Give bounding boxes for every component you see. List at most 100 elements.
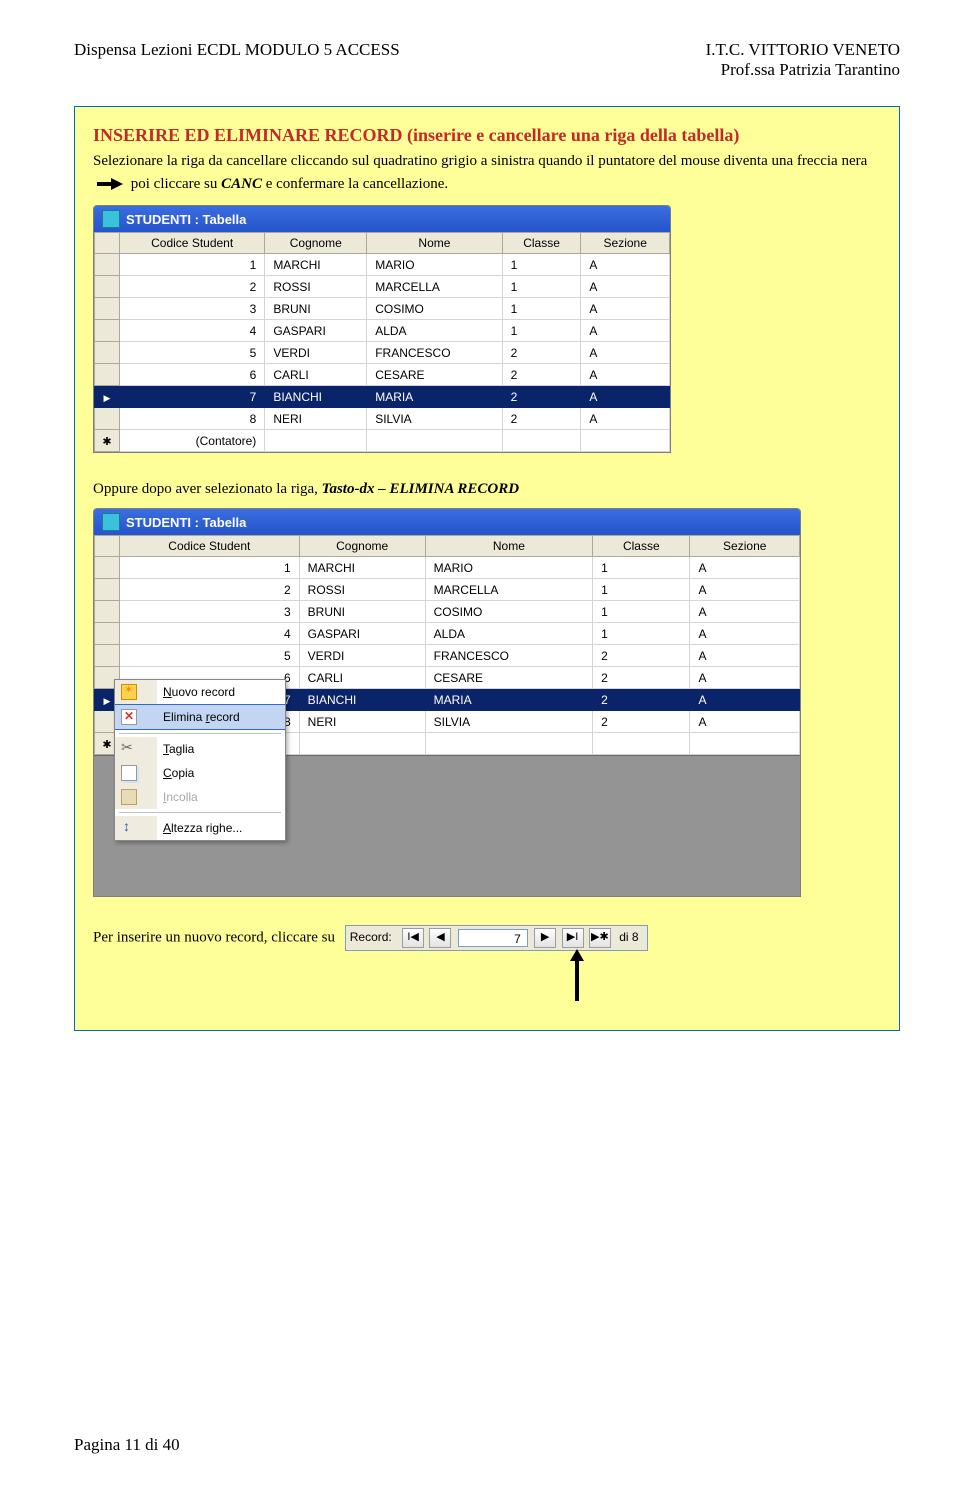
new-row-selector[interactable] xyxy=(95,430,120,452)
cell[interactable]: ROSSI xyxy=(265,276,367,298)
cell[interactable]: MARIA xyxy=(425,689,592,711)
cell[interactable]: 3 xyxy=(120,298,265,320)
menu-item-delete-record[interactable]: Elimina record xyxy=(115,705,285,730)
col-header[interactable]: Cognome xyxy=(299,536,425,557)
cell[interactable]: A xyxy=(690,667,800,689)
table-row[interactable]: 8NERISILVIA2A xyxy=(95,408,670,430)
cell[interactable]: A xyxy=(690,711,800,733)
cell[interactable]: 1 xyxy=(593,623,690,645)
cell[interactable]: GASPARI xyxy=(299,623,425,645)
col-header[interactable]: Codice Student xyxy=(120,233,265,254)
cell[interactable]: 4 xyxy=(120,320,265,342)
cell[interactable]: A xyxy=(690,601,800,623)
cell[interactable]: VERDI xyxy=(265,342,367,364)
cell[interactable]: NERI xyxy=(265,408,367,430)
cell[interactable]: 1 xyxy=(502,298,581,320)
cell[interactable]: A xyxy=(581,320,670,342)
cell[interactable]: A xyxy=(581,408,670,430)
menu-item-copy[interactable]: Copia xyxy=(115,761,285,785)
cell[interactable]: ROSSI xyxy=(299,579,425,601)
cell[interactable]: 8 xyxy=(120,408,265,430)
cell[interactable]: CARLI xyxy=(265,364,367,386)
table-row[interactable]: 4GASPARIALDA1A xyxy=(95,623,800,645)
cell[interactable]: A xyxy=(690,557,800,579)
cell[interactable]: 2 xyxy=(593,645,690,667)
row-selector[interactable] xyxy=(95,364,120,386)
cell[interactable]: MARCELLA xyxy=(425,579,592,601)
col-header[interactable]: Classe xyxy=(593,536,690,557)
row-selector[interactable] xyxy=(95,342,120,364)
cell[interactable]: A xyxy=(690,689,800,711)
cell[interactable]: 6 xyxy=(120,364,265,386)
row-selector[interactable] xyxy=(95,276,120,298)
table-row[interactable]: 1MARCHIMARIO1A xyxy=(95,557,800,579)
table-row[interactable]: 3BRUNICOSIMO1A xyxy=(95,601,800,623)
row-selector[interactable] xyxy=(95,298,120,320)
col-header[interactable]: Codice Student xyxy=(120,536,300,557)
cell[interactable]: MARCHI xyxy=(299,557,425,579)
menu-item-row-height[interactable]: Altezza righe... xyxy=(115,816,285,840)
cell[interactable]: FRANCESCO xyxy=(425,645,592,667)
cell[interactable]: MARIA xyxy=(367,386,502,408)
row-selector[interactable] xyxy=(95,557,120,579)
row-selector[interactable] xyxy=(95,623,120,645)
col-header[interactable]: Sezione xyxy=(581,233,670,254)
cell[interactable]: A xyxy=(581,364,670,386)
cell[interactable]: MARIO xyxy=(425,557,592,579)
table-row[interactable]: 3BRUNICOSIMO1A xyxy=(95,298,670,320)
table-row[interactable]: 7BIANCHIMARIA2A xyxy=(95,386,670,408)
table-row[interactable]: 4GASPARIALDA1A xyxy=(95,320,670,342)
nav-current-input[interactable]: 7 xyxy=(458,929,528,947)
cell[interactable]: A xyxy=(581,276,670,298)
cell[interactable]: MARCELLA xyxy=(367,276,502,298)
row-selector[interactable] xyxy=(95,601,120,623)
cell[interactable]: 1 xyxy=(502,320,581,342)
col-header[interactable]: Classe xyxy=(502,233,581,254)
table-row[interactable]: 5VERDIFRANCESCO2A xyxy=(95,342,670,364)
nav-prev-button[interactable]: ◀ xyxy=(429,928,451,948)
nav-next-button[interactable]: ▶ xyxy=(534,928,556,948)
cell[interactable]: BIANCHI xyxy=(265,386,367,408)
cell[interactable]: CESARE xyxy=(425,667,592,689)
cell[interactable]: 1 xyxy=(593,579,690,601)
cell[interactable]: MARCHI xyxy=(265,254,367,276)
table-row[interactable]: 2ROSSIMARCELLA1A xyxy=(95,579,800,601)
cell[interactable]: A xyxy=(581,386,670,408)
col-header[interactable]: Nome xyxy=(425,536,592,557)
cell[interactable]: BRUNI xyxy=(299,601,425,623)
cell[interactable]: CARLI xyxy=(299,667,425,689)
cell[interactable]: 1 xyxy=(593,601,690,623)
cell[interactable]: 1 xyxy=(502,276,581,298)
cell[interactable]: 5 xyxy=(120,342,265,364)
cell[interactable]: CESARE xyxy=(367,364,502,386)
corner-cell[interactable] xyxy=(95,233,120,254)
cell[interactable]: ALDA xyxy=(425,623,592,645)
table-row[interactable]: 6CARLICESARE2A xyxy=(95,364,670,386)
cell[interactable]: 5 xyxy=(120,645,300,667)
cell[interactable]: 2 xyxy=(593,689,690,711)
col-header[interactable]: Cognome xyxy=(265,233,367,254)
cell[interactable]: A xyxy=(581,254,670,276)
row-selector[interactable] xyxy=(95,579,120,601)
cell[interactable]: A xyxy=(690,579,800,601)
cell[interactable]: VERDI xyxy=(299,645,425,667)
cell[interactable]: ALDA xyxy=(367,320,502,342)
nav-new-button[interactable]: ▶✱ xyxy=(589,928,611,948)
cell[interactable]: 2 xyxy=(593,711,690,733)
cell[interactable]: 2 xyxy=(502,342,581,364)
cell[interactable]: 2 xyxy=(120,276,265,298)
cell[interactable]: MARIO xyxy=(367,254,502,276)
row-selector[interactable] xyxy=(95,254,120,276)
cell[interactable]: BRUNI xyxy=(265,298,367,320)
table-row[interactable]: 2ROSSIMARCELLA1A xyxy=(95,276,670,298)
cell[interactable]: GASPARI xyxy=(265,320,367,342)
row-selector[interactable] xyxy=(95,320,120,342)
cell[interactable]: 2 xyxy=(502,408,581,430)
table-row[interactable]: 1MARCHIMARIO1A xyxy=(95,254,670,276)
col-header[interactable]: Nome xyxy=(367,233,502,254)
cell[interactable]: 2 xyxy=(593,667,690,689)
cell[interactable]: SILVIA xyxy=(425,711,592,733)
cell[interactable]: COSIMO xyxy=(367,298,502,320)
corner-cell[interactable] xyxy=(95,536,120,557)
cell[interactable]: 1 xyxy=(593,557,690,579)
